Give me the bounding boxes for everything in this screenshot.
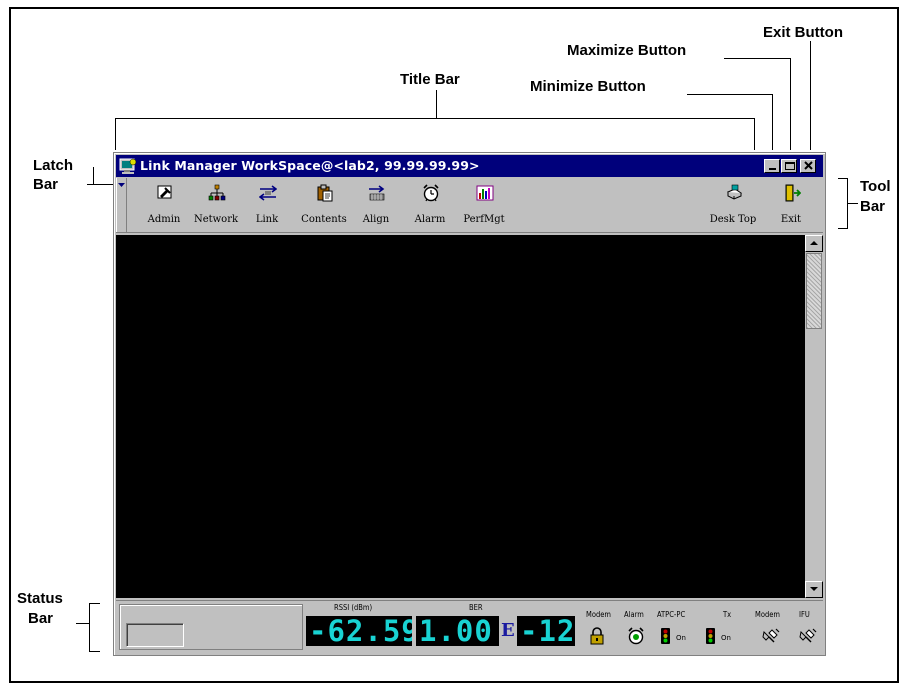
alarm-bell-icon[interactable]: [627, 627, 645, 645]
admin-icon: [157, 185, 172, 199]
arrow-down-icon: [810, 587, 818, 591]
modem-link-indicator-label: Modem: [755, 610, 780, 619]
alarm-clock-icon: [423, 184, 439, 202]
toolbar-button-exit[interactable]: Exit: [761, 182, 821, 230]
latch-bar-callout-line2: Bar: [33, 176, 59, 193]
scroll-down-button[interactable]: [805, 581, 823, 598]
toolbar-label-exit: Exit: [780, 214, 802, 225]
alarm-indicator-label: Alarm: [624, 610, 644, 619]
window-title: Link Manager WorkSpace@<lab2, 99.99.99.9…: [140, 158, 480, 173]
toolbar-button-perfmgt[interactable]: PerfMgt: [454, 182, 514, 230]
ber-exponent-readout: -12: [517, 616, 575, 646]
rssi-readout: -62.59: [306, 616, 412, 646]
lock-icon[interactable]: [588, 627, 606, 645]
title-bar-callout: Title Bar: [400, 71, 460, 88]
toolbar-label-contents: Contents: [301, 214, 347, 225]
toolbar-label-desktop: Desk Top: [709, 214, 757, 225]
ifu-indicator-label: IFU: [799, 610, 810, 619]
ber-mantissa-readout: 1.00: [416, 616, 499, 646]
minimize-button-callout: Minimize Button: [530, 78, 646, 95]
traffic-light-icon[interactable]: [657, 627, 675, 645]
scroll-thumb[interactable]: [806, 253, 822, 329]
app-icon: [119, 158, 137, 174]
atpc-state-label: On: [676, 634, 686, 642]
toolbar-label-admin: Admin: [147, 214, 181, 225]
status-message-panel: [119, 604, 303, 650]
tool-bar-callout-line2: Bar: [860, 198, 886, 215]
modem-indicator-label: Modem: [586, 610, 611, 619]
exit-door-icon: [785, 184, 801, 202]
ber-exponent-symbol: E: [501, 620, 515, 641]
workspace-area[interactable]: [116, 235, 805, 598]
maximize-button[interactable]: [781, 159, 797, 173]
atpc-indicator-label: ATPC-PC: [657, 610, 686, 619]
arrow-up-icon: [810, 241, 818, 245]
toolbar-button-admin[interactable]: Admin: [134, 182, 194, 230]
exit-button-callout: Exit Button: [763, 24, 843, 41]
minimize-icon: [769, 168, 776, 170]
status-message-field: [126, 623, 184, 647]
status-bar-callout-line2: Bar: [28, 610, 54, 627]
toolbar-button-align[interactable]: Align: [346, 182, 406, 230]
chevron-down-icon: [118, 183, 125, 187]
latch-bar[interactable]: [116, 178, 127, 232]
network-icon: [208, 184, 226, 201]
toolbar-button-alarm[interactable]: Alarm: [400, 182, 460, 230]
link-manager-window: Link Manager WorkSpace@<lab2, 99.99.99.9…: [113, 152, 826, 656]
toolbar-button-contents[interactable]: Contents: [294, 182, 354, 230]
align-icon: [369, 185, 385, 201]
toolbar-button-link[interactable]: Link: [237, 182, 297, 230]
exit-button[interactable]: [800, 159, 816, 173]
status-bar-callout-line1: Status: [17, 590, 63, 607]
maximize-icon: [785, 162, 795, 170]
toolbar-label-align: Align: [362, 214, 390, 225]
tx-indicator-label: Tx: [723, 610, 732, 619]
minimize-button[interactable]: [764, 159, 780, 173]
plug-icon[interactable]: [762, 627, 780, 645]
status-bar: RSSI (dBm) -62.59 BER 1.00 E -12 Modem A…: [116, 600, 823, 654]
plug-icon[interactable]: [799, 627, 817, 645]
vertical-scrollbar[interactable]: [805, 235, 823, 598]
toolbar-label-perfmgt: PerfMgt: [463, 214, 505, 225]
maximize-button-callout: Maximize Button: [567, 42, 687, 59]
ber-label: BER: [469, 603, 483, 612]
tx-state-label: On: [721, 634, 731, 642]
link-icon: [259, 185, 277, 201]
rssi-label: RSSI (dBm): [334, 603, 373, 612]
tool-bar: Admin Network Link Contents Align Alarm …: [116, 178, 823, 233]
close-icon: [804, 161, 813, 170]
desktop-icon: [726, 184, 743, 200]
title-bar[interactable]: Link Manager WorkSpace@<lab2, 99.99.99.9…: [116, 155, 823, 177]
scroll-up-button[interactable]: [805, 235, 823, 252]
toolbar-label-link: Link: [255, 214, 279, 225]
tool-bar-callout-line1: Tool: [860, 178, 891, 195]
contents-icon: [317, 184, 333, 202]
toolbar-label-alarm: Alarm: [414, 214, 446, 225]
latch-bar-callout-line1: Latch: [33, 157, 74, 174]
performance-chart-icon: [476, 185, 494, 201]
traffic-light-icon[interactable]: [702, 627, 720, 645]
toolbar-button-desktop[interactable]: Desk Top: [703, 182, 763, 230]
